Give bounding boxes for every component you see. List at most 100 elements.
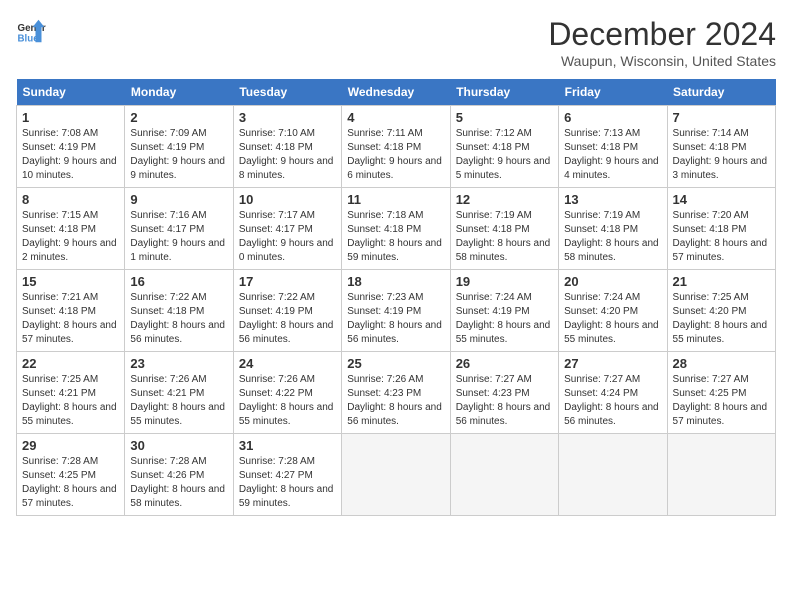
calendar-cell: 22 Sunrise: 7:25 AMSunset: 4:21 PMDayligh… bbox=[17, 352, 125, 434]
logo-icon: General Blue bbox=[16, 16, 46, 46]
cell-info: Sunrise: 7:22 AMSunset: 4:19 PMDaylight:… bbox=[239, 291, 336, 347]
header-thursday: Thursday bbox=[450, 79, 558, 106]
calendar-cell: 26 Sunrise: 7:27 AMSunset: 4:23 PMDayligh… bbox=[450, 352, 558, 434]
week-row-2: 8Sunrise: 7:15 AMSunset: 4:18 PMDaylight… bbox=[17, 188, 776, 270]
calendar-cell: 24Sunrise: 7:26 AMSunset: 4:22 PMDayligh… bbox=[233, 352, 341, 434]
header-friday: Friday bbox=[559, 79, 667, 106]
cell-info: Sunrise: 7:26 AMSunset: 4:23 PMDaylight:… bbox=[347, 373, 444, 429]
day-number: 23 bbox=[130, 356, 227, 371]
day-number: 2 bbox=[130, 110, 227, 125]
logo: General Blue bbox=[16, 16, 46, 46]
calendar-cell: 28Sunrise: 7:27 AMSunset: 4:25 PMDayligh… bbox=[667, 352, 775, 434]
day-number: 28 bbox=[673, 356, 770, 371]
calendar-cell: 3Sunrise: 7:10 AMSunset: 4:18 PMDaylight… bbox=[233, 106, 341, 188]
day-number: 13 bbox=[564, 192, 661, 207]
calendar-cell: 20 Sunrise: 7:24 AMSunset: 4:20 PMDayligh… bbox=[559, 270, 667, 352]
cell-info: Sunrise: 7:15 AMSunset: 4:18 PMDaylight:… bbox=[22, 209, 119, 265]
day-number: 22 bbox=[22, 356, 119, 371]
header-sunday: Sunday bbox=[17, 79, 125, 106]
calendar-cell: 25 Sunrise: 7:26 AMSunset: 4:23 PMDayligh… bbox=[342, 352, 450, 434]
calendar-cell: 10 Sunrise: 7:17 AMSunset: 4:17 PMDayligh… bbox=[233, 188, 341, 270]
cell-info: Sunrise: 7:25 AMSunset: 4:20 PMDaylight:… bbox=[673, 291, 770, 347]
day-number: 15 bbox=[22, 274, 119, 289]
calendar-cell bbox=[667, 434, 775, 516]
cell-info: Sunrise: 7:26 AMSunset: 4:22 PMDaylight:… bbox=[239, 373, 336, 429]
cell-info: Sunrise: 7:24 AMSunset: 4:20 PMDaylight:… bbox=[564, 291, 661, 347]
header-tuesday: Tuesday bbox=[233, 79, 341, 106]
day-number: 26 bbox=[456, 356, 553, 371]
day-number: 7 bbox=[673, 110, 770, 125]
day-number: 30 bbox=[130, 438, 227, 453]
calendar-cell: 23 Sunrise: 7:26 AMSunset: 4:21 PMDayligh… bbox=[125, 352, 233, 434]
cell-info: Sunrise: 7:27 AMSunset: 4:23 PMDaylight:… bbox=[456, 373, 553, 429]
day-number: 25 bbox=[347, 356, 444, 371]
calendar-cell: 5 Sunrise: 7:12 AMSunset: 4:18 PMDaylight… bbox=[450, 106, 558, 188]
calendar-cell: 30Sunrise: 7:28 AMSunset: 4:26 PMDayligh… bbox=[125, 434, 233, 516]
cell-info: Sunrise: 7:28 AMSunset: 4:27 PMDaylight:… bbox=[239, 455, 336, 511]
calendar-cell: 27 Sunrise: 7:27 AMSunset: 4:24 PMDayligh… bbox=[559, 352, 667, 434]
calendar-cell: 29 Sunrise: 7:28 AMSunset: 4:25 PMDayligh… bbox=[17, 434, 125, 516]
week-row-1: 1 Sunrise: 7:08 AMSunset: 4:19 PMDaylight… bbox=[17, 106, 776, 188]
cell-info: Sunrise: 7:11 AMSunset: 4:18 PMDaylight:… bbox=[347, 127, 444, 183]
calendar-table: SundayMondayTuesdayWednesdayThursdayFrid… bbox=[16, 79, 776, 516]
calendar-cell bbox=[342, 434, 450, 516]
cell-info: Sunrise: 7:09 AMSunset: 4:19 PMDaylight:… bbox=[130, 127, 227, 183]
day-number: 18 bbox=[347, 274, 444, 289]
calendar-cell: 11 Sunrise: 7:18 AMSunset: 4:18 PMDayligh… bbox=[342, 188, 450, 270]
cell-info: Sunrise: 7:14 AMSunset: 4:18 PMDaylight:… bbox=[673, 127, 770, 183]
day-number: 31 bbox=[239, 438, 336, 453]
header-saturday: Saturday bbox=[667, 79, 775, 106]
calendar-cell: 12Sunrise: 7:19 AMSunset: 4:18 PMDayligh… bbox=[450, 188, 558, 270]
calendar-cell: 14 Sunrise: 7:20 AMSunset: 4:18 PMDayligh… bbox=[667, 188, 775, 270]
cell-info: Sunrise: 7:12 AMSunset: 4:18 PMDaylight:… bbox=[456, 127, 553, 183]
day-number: 21 bbox=[673, 274, 770, 289]
week-row-4: 22 Sunrise: 7:25 AMSunset: 4:21 PMDayligh… bbox=[17, 352, 776, 434]
cell-info: Sunrise: 7:28 AMSunset: 4:25 PMDaylight:… bbox=[22, 455, 119, 511]
cell-info: Sunrise: 7:17 AMSunset: 4:17 PMDaylight:… bbox=[239, 209, 336, 265]
cell-info: Sunrise: 7:10 AMSunset: 4:18 PMDaylight:… bbox=[239, 127, 336, 183]
day-number: 20 bbox=[564, 274, 661, 289]
day-number: 27 bbox=[564, 356, 661, 371]
header-wednesday: Wednesday bbox=[342, 79, 450, 106]
cell-info: Sunrise: 7:27 AMSunset: 4:24 PMDaylight:… bbox=[564, 373, 661, 429]
cell-info: Sunrise: 7:25 AMSunset: 4:21 PMDaylight:… bbox=[22, 373, 119, 429]
cell-info: Sunrise: 7:16 AMSunset: 4:17 PMDaylight:… bbox=[130, 209, 227, 265]
day-number: 14 bbox=[673, 192, 770, 207]
calendar-cell: 19 Sunrise: 7:24 AMSunset: 4:19 PMDayligh… bbox=[450, 270, 558, 352]
calendar-header-row: SundayMondayTuesdayWednesdayThursdayFrid… bbox=[17, 79, 776, 106]
calendar-cell: 7 Sunrise: 7:14 AMSunset: 4:18 PMDaylight… bbox=[667, 106, 775, 188]
day-number: 19 bbox=[456, 274, 553, 289]
cell-info: Sunrise: 7:22 AMSunset: 4:18 PMDaylight:… bbox=[130, 291, 227, 347]
month-title: December 2024 bbox=[548, 16, 776, 53]
cell-info: Sunrise: 7:19 AMSunset: 4:18 PMDaylight:… bbox=[456, 209, 553, 265]
cell-info: Sunrise: 7:18 AMSunset: 4:18 PMDaylight:… bbox=[347, 209, 444, 265]
calendar-cell: 18Sunrise: 7:23 AMSunset: 4:19 PMDayligh… bbox=[342, 270, 450, 352]
day-number: 10 bbox=[239, 192, 336, 207]
day-number: 29 bbox=[22, 438, 119, 453]
day-number: 16 bbox=[130, 274, 227, 289]
calendar-cell: 9 Sunrise: 7:16 AMSunset: 4:17 PMDaylight… bbox=[125, 188, 233, 270]
title-block: December 2024 Waupun, Wisconsin, United … bbox=[548, 16, 776, 69]
location: Waupun, Wisconsin, United States bbox=[548, 53, 776, 69]
header-monday: Monday bbox=[125, 79, 233, 106]
cell-info: Sunrise: 7:21 AMSunset: 4:18 PMDaylight:… bbox=[22, 291, 119, 347]
calendar-cell: 15 Sunrise: 7:21 AMSunset: 4:18 PMDayligh… bbox=[17, 270, 125, 352]
calendar-cell: 2 Sunrise: 7:09 AMSunset: 4:19 PMDaylight… bbox=[125, 106, 233, 188]
day-number: 11 bbox=[347, 192, 444, 207]
cell-info: Sunrise: 7:26 AMSunset: 4:21 PMDaylight:… bbox=[130, 373, 227, 429]
calendar-cell: 6Sunrise: 7:13 AMSunset: 4:18 PMDaylight… bbox=[559, 106, 667, 188]
day-number: 1 bbox=[22, 110, 119, 125]
calendar-cell: 13 Sunrise: 7:19 AMSunset: 4:18 PMDayligh… bbox=[559, 188, 667, 270]
day-number: 5 bbox=[456, 110, 553, 125]
calendar-cell: 16 Sunrise: 7:22 AMSunset: 4:18 PMDayligh… bbox=[125, 270, 233, 352]
cell-info: Sunrise: 7:20 AMSunset: 4:18 PMDaylight:… bbox=[673, 209, 770, 265]
week-row-3: 15 Sunrise: 7:21 AMSunset: 4:18 PMDayligh… bbox=[17, 270, 776, 352]
page-header: General Blue December 2024 Waupun, Wisco… bbox=[16, 16, 776, 69]
cell-info: Sunrise: 7:24 AMSunset: 4:19 PMDaylight:… bbox=[456, 291, 553, 347]
calendar-cell: 1 Sunrise: 7:08 AMSunset: 4:19 PMDaylight… bbox=[17, 106, 125, 188]
day-number: 9 bbox=[130, 192, 227, 207]
cell-info: Sunrise: 7:19 AMSunset: 4:18 PMDaylight:… bbox=[564, 209, 661, 265]
week-row-5: 29 Sunrise: 7:28 AMSunset: 4:25 PMDayligh… bbox=[17, 434, 776, 516]
calendar-cell: 31 Sunrise: 7:28 AMSunset: 4:27 PMDayligh… bbox=[233, 434, 341, 516]
cell-info: Sunrise: 7:08 AMSunset: 4:19 PMDaylight:… bbox=[22, 127, 119, 183]
